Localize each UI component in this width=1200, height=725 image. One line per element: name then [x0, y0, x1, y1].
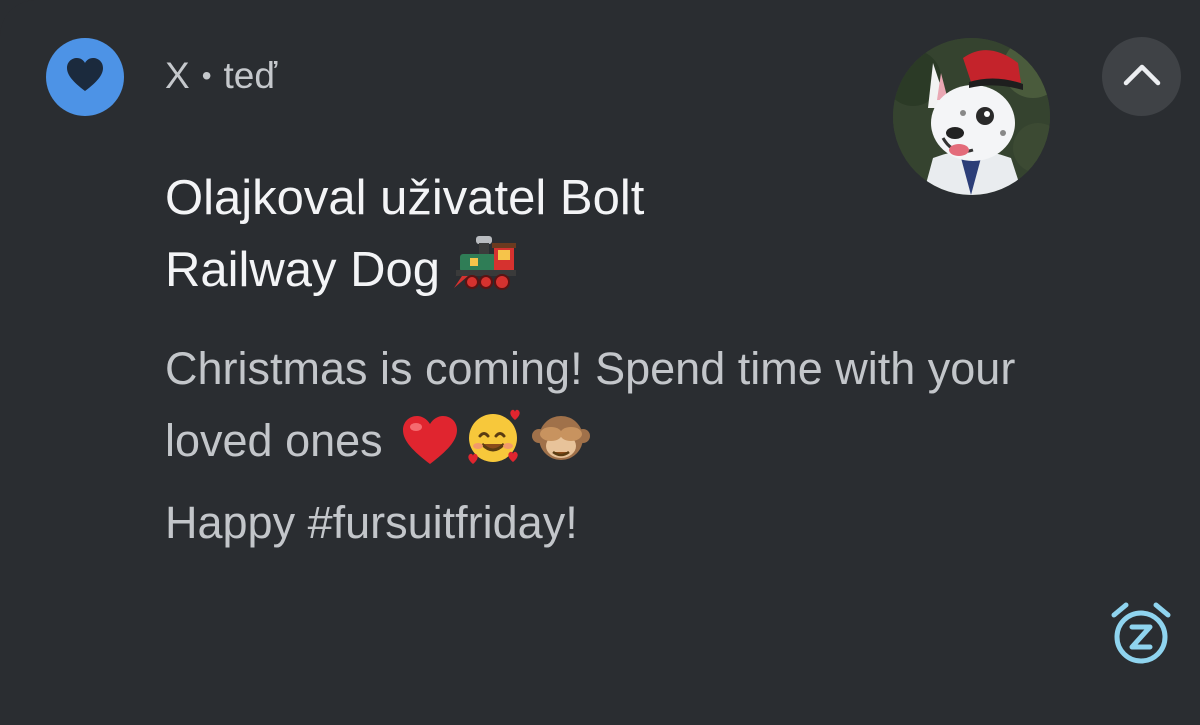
- notification-title: Olajkoval uživatel Bolt Railway Dog: [165, 164, 865, 314]
- collapse-button[interactable]: [1102, 37, 1181, 116]
- title-line-2-wrapper: Railway Dog: [165, 232, 865, 314]
- notification-time: teď: [223, 55, 278, 96]
- app-name: X: [165, 55, 190, 96]
- locomotive-icon: [454, 232, 518, 314]
- header-separator: •: [201, 60, 212, 91]
- avatar: [893, 38, 1050, 195]
- smiling-face-with-hearts-icon: [465, 406, 525, 487]
- body-line-2: loved ones: [165, 415, 383, 466]
- see-no-evil-monkey-icon: [531, 410, 591, 487]
- body-line-1: Christmas is coming! Spend time with you…: [165, 343, 1016, 394]
- snooze-button[interactable]: [1106, 600, 1176, 670]
- notification-card[interactable]: X • teď Olajkoval uživatel Bolt Railway …: [0, 0, 1200, 725]
- notification-header: X • teď: [165, 54, 277, 98]
- body-line-3: Happy #fursuitfriday!: [165, 497, 578, 548]
- red-heart-icon: [401, 414, 459, 487]
- title-line-2: Railway Dog: [165, 243, 441, 297]
- chevron-up-icon: [1122, 61, 1162, 92]
- title-line-1: Olajkoval uživatel Bolt: [165, 171, 645, 225]
- heart-icon: [65, 57, 105, 98]
- body-line-2-wrapper: loved ones: [165, 405, 1165, 487]
- app-icon-x-heart: [46, 38, 124, 116]
- snooze-alarm-icon: [1108, 600, 1174, 671]
- notification-body: Christmas is coming! Spend time with you…: [165, 333, 1165, 559]
